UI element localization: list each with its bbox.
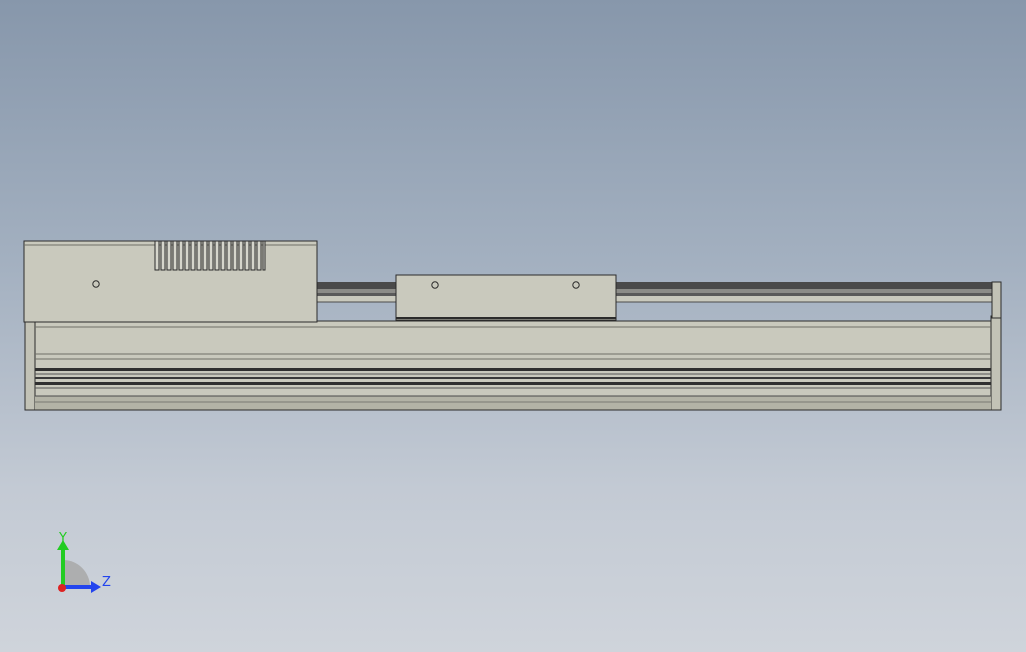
carriage-screw-hole-right bbox=[572, 281, 580, 289]
base-extrusion[interactable] bbox=[24, 315, 1002, 411]
carriage-slider[interactable] bbox=[395, 274, 617, 321]
z-axis-label: Z bbox=[102, 575, 111, 590]
y-axis-label: Y bbox=[58, 531, 67, 546]
motor-housing[interactable] bbox=[23, 240, 318, 323]
graphics-viewport[interactable]: Y Z bbox=[0, 0, 1026, 652]
linear-actuator-model[interactable] bbox=[0, 0, 1026, 652]
housing-screw-hole bbox=[92, 280, 100, 288]
cooling-fins bbox=[154, 240, 266, 271]
triad-plane-shade bbox=[63, 560, 90, 587]
carriage-screw-hole-left bbox=[431, 281, 439, 289]
x-axis-origin bbox=[58, 584, 66, 592]
orientation-triad[interactable]: Y Z bbox=[40, 528, 130, 608]
